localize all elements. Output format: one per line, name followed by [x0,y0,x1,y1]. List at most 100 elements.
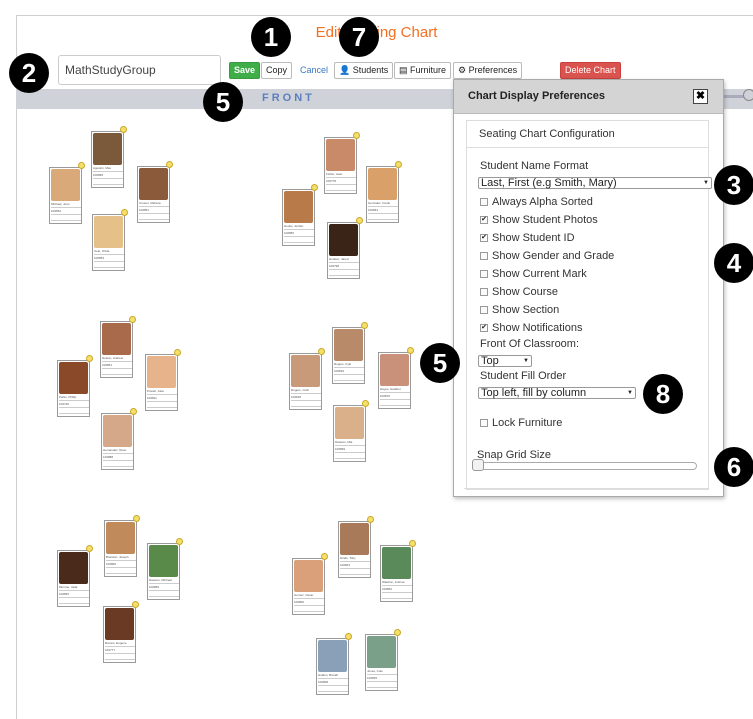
delete-chart-button[interactable]: Delete Chart [560,62,621,79]
pin-icon[interactable] [353,132,360,139]
dialog-header: Chart Display Preferences ✖ [454,80,723,114]
pin-icon[interactable] [407,347,414,354]
students-button[interactable]: 👤 Students [334,62,394,79]
pin-icon[interactable] [394,629,401,636]
snap-grid-slider[interactable] [473,462,697,470]
option-checkbox[interactable] [480,252,488,260]
pin-icon[interactable] [318,348,325,355]
pin-icon[interactable] [86,355,93,362]
option-checkbox[interactable] [480,270,488,278]
option-label: Show Course [492,286,559,298]
student-card[interactable]: Gonzalez, Frank 100844 [366,161,402,223]
callout-badge: 2 [9,53,49,93]
snap-grid-slider-handle[interactable] [472,459,484,471]
student-card[interactable]: Brandon, Joseph 100860 [104,515,140,577]
student-card[interactable]: Rogers, Colin 100818 [289,348,325,410]
option-checkbox[interactable] [480,198,488,206]
pin-icon[interactable] [174,349,181,356]
card-divider [318,678,348,679]
option-checkbox[interactable] [480,306,488,314]
pin-icon[interactable] [120,126,127,133]
lock-furniture-checkbox[interactable] [480,419,488,427]
student-card[interactable]: Cole, Olivia 100853 [92,209,128,271]
cancel-button[interactable]: Cancel [296,62,332,79]
student-card[interactable]: Agostini, Max 100895 [91,126,127,188]
pin-icon[interactable] [361,322,368,329]
card-divider [59,413,89,414]
card-divider [368,213,398,214]
student-card[interactable]: Hayes, Heather 100870 [378,347,414,409]
student-id: 100851 [139,208,150,212]
pin-icon[interactable] [121,209,128,216]
pin-icon[interactable] [356,217,363,224]
student-card[interactable]: Waldron, Joshua 100862 [380,540,416,602]
student-card[interactable]: Hinds, Toby 100843 [338,516,374,578]
save-button[interactable]: Save [229,62,261,79]
student-card[interactable]: Michael, Joan 100552 [49,162,85,224]
front-bar-handle[interactable] [743,89,753,101]
pin-icon[interactable] [176,538,183,545]
student-card[interactable]: Hernandez, Rose 100888 [101,408,137,470]
option-label: Show Notifications [492,322,583,334]
name-format-select[interactable]: Last, First (e.g Smith, Mary) ▼ [478,177,712,189]
close-icon[interactable]: ✖ [693,89,708,104]
pin-icon[interactable] [345,633,352,640]
pin-icon[interactable] [78,162,85,169]
chevron-down-icon: ▼ [703,180,709,186]
student-id: 100798 [329,264,340,268]
furniture-button[interactable]: ▤ Furniture [394,62,452,79]
pin-icon[interactable] [130,408,137,415]
pin-icon[interactable] [166,161,173,168]
option-checkbox[interactable]: ✔ [480,234,488,242]
pin-icon[interactable] [367,516,374,523]
pin-icon[interactable] [321,553,328,560]
student-card[interactable]: Crosen, Melissa 100851 [137,161,173,223]
student-card[interactable]: Hudson, Jared 100798 [327,217,363,279]
pin-icon[interactable] [409,540,416,547]
copy-button[interactable]: Copy [261,62,293,79]
student-card[interactable]: Dawson, Mia 100899 [333,400,369,462]
student-photo [380,354,409,386]
option-checkbox[interactable] [480,288,488,296]
student-card[interactable]: Jones, Cole 100845 [365,629,401,691]
student-id: 100811 [147,396,157,400]
name-format-value: Last, First (e.g Smith, Mary) [481,177,617,189]
pin-icon[interactable] [395,161,402,168]
pin-icon[interactable] [86,545,93,552]
student-id: 100777 [105,648,116,652]
student-card[interactable]: Holden, Brandt 100808 [316,633,352,695]
pin-icon[interactable] [311,184,318,191]
fill-order-select[interactable]: Top left, fill by column ▼ [478,387,636,399]
student-card[interactable]: Fisher, Jean 100778 [324,132,360,194]
student-card[interactable]: Dawson, Michael 100856 [147,538,183,600]
callout-badge: 6 [714,447,753,487]
student-card[interactable]: Ramos, Eugene 100777 [103,601,139,663]
pin-icon[interactable] [362,400,369,407]
pin-icon[interactable] [132,601,139,608]
student-card[interactable]: Monroe, Jada 100845 [57,545,93,607]
student-name: Hinds, Toby [340,556,356,560]
student-photo [59,362,88,394]
card-divider [334,380,364,381]
card-divider [318,685,348,686]
student-card[interactable]: Hooks, Jordan 100850 [282,184,318,246]
front-of-classroom-select[interactable]: Top ▼ [478,355,532,367]
option-checkbox[interactable]: ✔ [480,216,488,224]
pin-icon[interactable] [133,515,140,522]
student-photo [367,636,396,668]
student-id: 100845 [59,592,70,596]
card-divider [326,190,356,191]
student-name: Dawson, Mia [335,440,353,444]
preferences-button[interactable]: ⚙ Preferences [453,62,523,79]
student-name: Ramos, Eugene [105,641,127,645]
student-card[interactable]: Parks, Phillip 100720 [57,355,93,417]
chart-name-input[interactable] [58,55,221,85]
option-checkbox[interactable]: ✔ [480,324,488,332]
fill-order-value: Top left, fill by column [481,387,587,399]
student-card[interactable]: Powell, Julia 100811 [145,349,181,411]
pin-icon[interactable] [129,316,136,323]
student-card[interactable]: Rogers, Kyle 100819 [332,322,368,384]
student-card[interactable]: Nelson, Andrew 100861 [100,316,136,378]
student-card[interactable]: Gomez, Oscar 100866 [292,553,328,615]
card-divider [105,659,135,660]
